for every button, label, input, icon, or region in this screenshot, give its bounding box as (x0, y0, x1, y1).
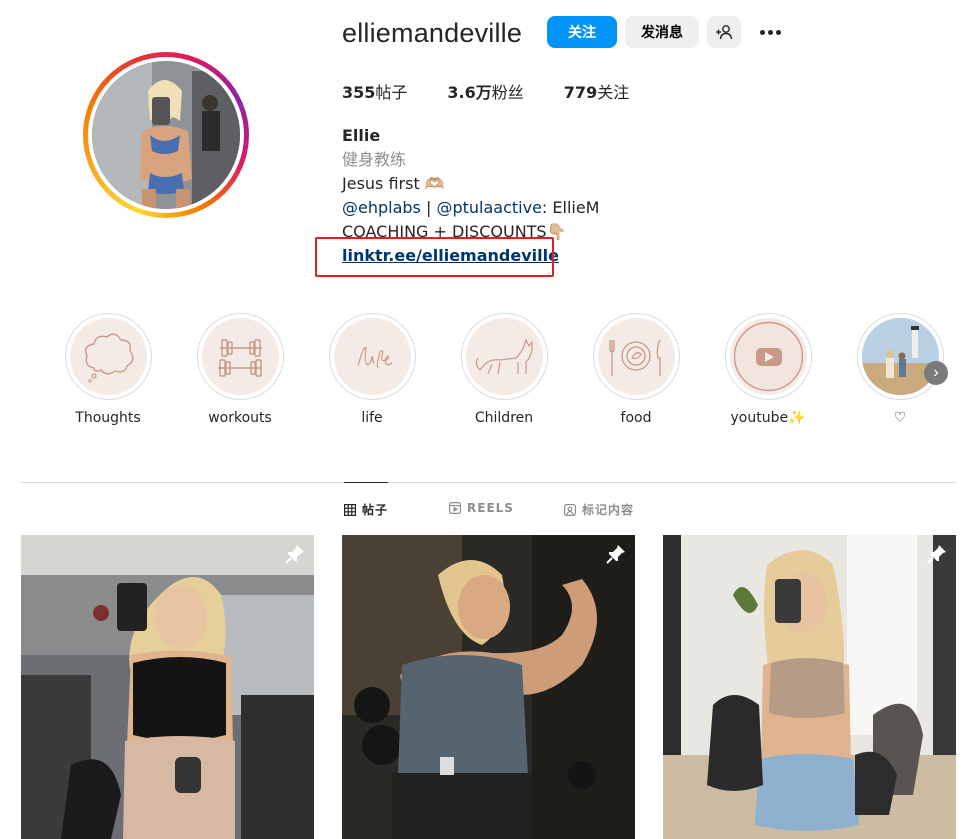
highlight-label: Thoughts (75, 410, 141, 426)
following-link[interactable]: 779关注 (564, 79, 629, 103)
bio-category: 健身教练 (342, 150, 407, 169)
bio-line: Jesus first 🫶🏼 (342, 174, 445, 193)
followers-link[interactable]: 3.6万粉丝 (447, 79, 523, 103)
post-image (663, 535, 956, 839)
mention-link[interactable]: @ehplabs (342, 198, 421, 217)
highlight-item[interactable]: Thoughts (63, 313, 153, 426)
follow-button[interactable]: 关注 (547, 16, 617, 48)
pinned-icon (285, 545, 304, 564)
life-script-icon (356, 346, 393, 369)
pinned-icon (927, 545, 946, 564)
highlight-cover (460, 313, 548, 400)
more-dot-icon (767, 29, 773, 35)
highlight-label: ♡ (893, 410, 907, 426)
avatar-story-ring[interactable] (83, 52, 249, 218)
tab-reels[interactable]: REELS (449, 501, 514, 515)
tab-tagged[interactable]: 标记内容 (564, 501, 634, 518)
more-dot-icon (759, 29, 765, 35)
profile-username: elliemandeville (342, 18, 523, 48)
add-person-icon (716, 25, 733, 40)
post-thumbnail[interactable] (21, 535, 314, 839)
annotation-highlight-box (315, 237, 554, 277)
tagged-icon (564, 503, 576, 516)
post-thumbnail[interactable] (342, 535, 635, 839)
mention-link[interactable]: @ptulaactive (436, 198, 541, 217)
highlight-item[interactable]: life (327, 313, 417, 426)
chevron-right-icon: › (933, 364, 939, 381)
highlight-cover (724, 313, 812, 400)
posts-count: 355帖子 (342, 83, 408, 102)
bio-mentions: @ehplabs | @ptulaactive: EllieM (342, 196, 599, 220)
tab-label: 帖子 (362, 503, 389, 517)
highlight-cover (856, 313, 944, 400)
highlight-item[interactable]: Children (459, 313, 549, 426)
highlight-label: food (620, 410, 652, 426)
highlight-label: youtube✨ (730, 410, 806, 426)
youtube-icon (733, 321, 803, 392)
plate-icon (608, 339, 661, 376)
highlight-label: Children (474, 410, 534, 426)
suggest-users-button[interactable] (707, 16, 741, 48)
tab-posts[interactable]: 帖子 (344, 482, 389, 518)
post-image (342, 535, 635, 839)
highlight-cover (64, 313, 152, 400)
highlights-next-button[interactable]: › (924, 361, 948, 385)
more-options-button[interactable] (755, 20, 785, 44)
highlight-item[interactable]: youtube✨ (723, 313, 813, 426)
cat-icon (475, 338, 533, 375)
tab-label: 标记内容 (582, 503, 635, 517)
more-dot-icon (775, 29, 781, 35)
highlight-cover (328, 313, 416, 400)
post-thumbnail[interactable] (663, 535, 956, 839)
profile-tabs: 帖子 REELS 标记内容 (21, 482, 956, 535)
mention-suffix: : EllieM (541, 198, 600, 217)
highlight-label: workouts (208, 410, 272, 426)
highlight-label: life (361, 410, 383, 426)
avatar[interactable] (92, 61, 240, 209)
highlight-cover (592, 313, 680, 400)
cloud-icon (84, 333, 134, 383)
mention-separator: | (420, 198, 437, 217)
profile-stats: 355帖子 3.6万粉丝 779关注 (342, 79, 669, 103)
pinned-icon (606, 545, 625, 564)
reels-icon (449, 502, 461, 514)
message-button[interactable]: 发消息 (625, 16, 699, 48)
highlight-cover (196, 313, 284, 400)
bio-name: Ellie (342, 126, 381, 145)
tab-label: REELS (467, 501, 514, 515)
dumbbell-icon (217, 339, 262, 377)
post-image (21, 535, 314, 839)
avatar-ring-gap (88, 57, 244, 213)
grid-icon (344, 503, 356, 516)
photo-highlight-image (861, 318, 939, 395)
highlight-item[interactable]: food (591, 313, 681, 426)
highlight-item[interactable]: workouts (195, 313, 285, 426)
